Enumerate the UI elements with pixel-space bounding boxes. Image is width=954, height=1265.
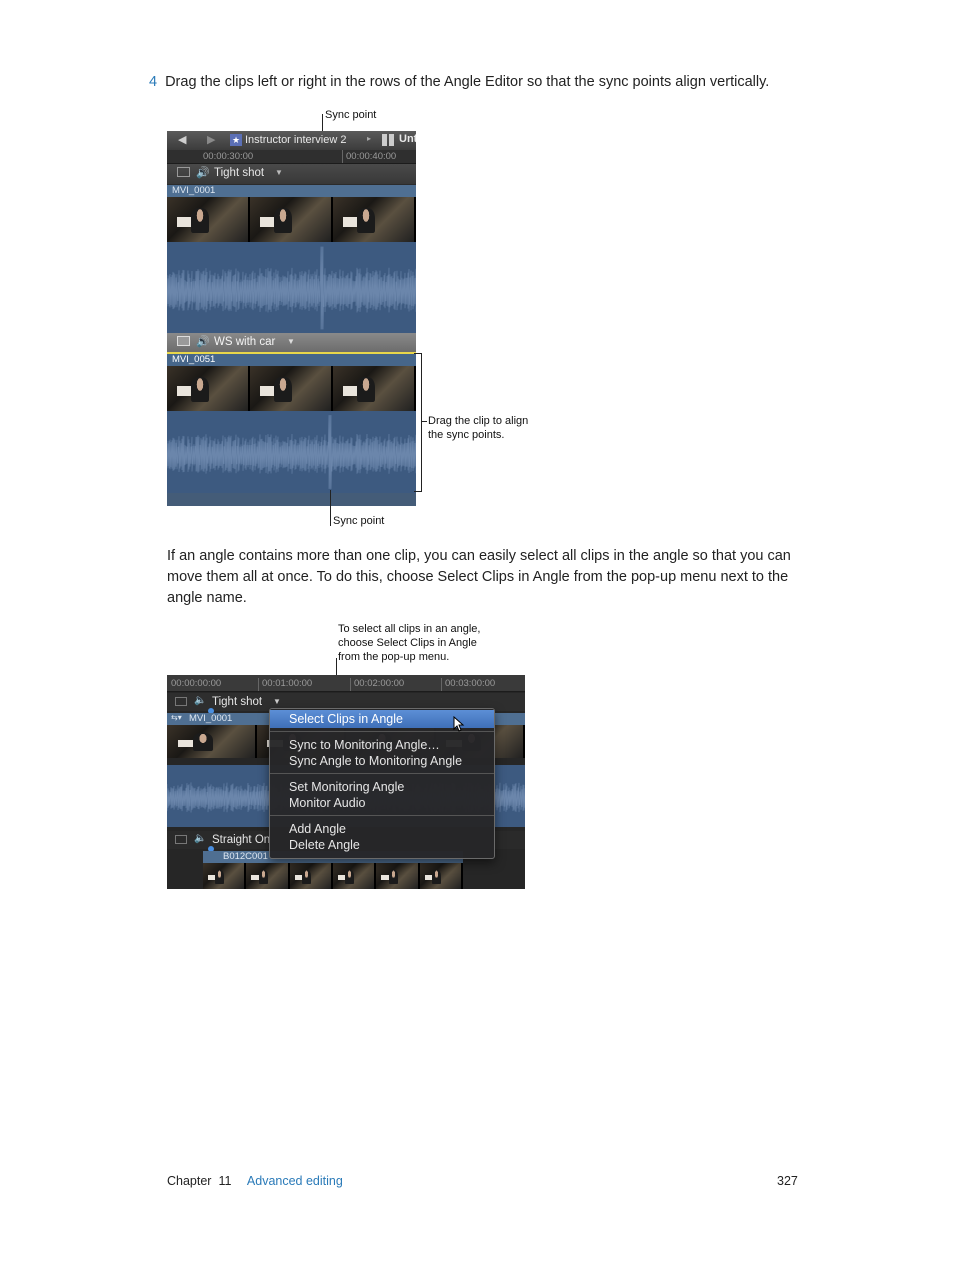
ruler-tick — [342, 150, 343, 163]
angle-header-ws-with-car: 🔊 WS with car ▼ — [167, 333, 416, 352]
step-text: Drag the clips left or right in the rows… — [165, 74, 770, 90]
video-frame — [333, 197, 416, 242]
clip-bottom-edge — [167, 493, 416, 506]
project-name-truncated: Unt — [399, 133, 416, 145]
menu-group-monitor: Set Monitoring Angle Monitor Audio — [270, 774, 494, 815]
clip-label-selected[interactable]: MVI_0051 — [167, 352, 416, 366]
video-frame — [419, 863, 463, 889]
angle-name: WS with car — [214, 336, 276, 348]
popup-arrow-icon[interactable]: ▼ — [273, 697, 281, 706]
menu-item-delete-angle[interactable]: Delete Angle — [270, 837, 494, 853]
callout-line1: To select all clips in an angle, — [338, 623, 481, 635]
callout-drag-line2: the sync points. — [428, 429, 505, 441]
callout-line2: choose Select Clips in Angle — [338, 637, 477, 649]
speaker-icon[interactable]: 🔈 — [194, 695, 206, 706]
video-frame — [167, 197, 250, 242]
ruler-time: 00:00:30:00 — [203, 151, 254, 162]
multicam-badge-icon: ⇆▾ — [171, 713, 182, 722]
footer-chapter: Chapter 11 Advanced editing — [167, 1174, 343, 1188]
video-frame — [167, 725, 257, 758]
forward-arrow-icon[interactable]: ▶ — [207, 133, 215, 146]
timecode-ruler[interactable]: 00:00:30:00 00:00:40:00 — [167, 150, 416, 164]
speaker-icon[interactable]: 🔈 — [194, 833, 206, 844]
angle-editor-screenshot-2: 00:00:00:00 00:01:00:00 00:02:00:00 00:0… — [167, 675, 525, 889]
popup-arrow-icon[interactable]: ▼ — [275, 168, 283, 177]
monitor-icon[interactable] — [175, 697, 187, 706]
angle-name: Straight On — [212, 834, 271, 846]
angle-name: Tight shot — [212, 696, 263, 708]
ruler-tick — [441, 678, 442, 691]
menu-item-add-angle[interactable]: Add Angle — [270, 821, 494, 837]
callout-drag-clip: Drag the clip to align the sync points. — [428, 414, 528, 442]
step-number: 4 — [149, 74, 158, 90]
angle-name: Tight shot — [214, 167, 265, 179]
menu-item-sync-to-monitoring-angle[interactable]: Sync to Monitoring Angle… — [270, 737, 494, 753]
callout-select-clips: To select all clips in an angle, choose … — [338, 622, 480, 664]
bracket-bottom — [414, 491, 422, 492]
step-instruction: 4 Drag the clips left or right in the row… — [149, 74, 769, 90]
callout-sync-point-bottom: Sync point — [333, 515, 385, 527]
monitor-icon[interactable] — [177, 336, 190, 346]
video-frame — [203, 863, 247, 889]
back-arrow-icon[interactable]: ◀ — [178, 133, 186, 146]
speaker-icon[interactable]: 🔊 — [196, 166, 210, 179]
grid-icon[interactable] — [382, 134, 394, 146]
monitor-icon[interactable] — [175, 835, 187, 844]
ruler-time: 00:02:00:00 — [354, 678, 405, 689]
angle-header-tight-shot: 🔊 Tight shot ▼ — [167, 164, 416, 184]
footer-chapter-label: Chapter — [167, 1174, 212, 1188]
multicam-clip-icon: ★ — [230, 134, 242, 146]
body-paragraph: If an angle contains more than one clip,… — [167, 548, 791, 606]
popup-arrow-icon[interactable]: ▼ — [287, 337, 295, 346]
page-number: 327 — [777, 1174, 798, 1188]
video-frame — [167, 366, 250, 411]
video-frame — [289, 863, 333, 889]
video-frame — [376, 863, 420, 889]
timeline-toolbar: ◀ ▶ ★ Instructor interview 2 ▸ Unt — [167, 131, 416, 150]
waveform-trace — [167, 415, 416, 489]
clip-filmstrip[interactable] — [167, 366, 416, 411]
clip-filmstrip[interactable] — [203, 863, 463, 889]
video-frame — [250, 366, 333, 411]
ruler-time: 00:03:00:00 — [445, 678, 496, 689]
project-title: Instructor interview 2 — [245, 134, 347, 146]
mouse-cursor-icon — [453, 716, 465, 732]
callout-line3: from the pop-up menu. — [338, 651, 450, 663]
ruler-tick — [350, 678, 351, 691]
ruler-time: 00:00:40:00 — [346, 151, 397, 162]
ruler-time: 00:00:00:00 — [171, 678, 222, 689]
monitor-icon[interactable] — [177, 167, 190, 177]
video-frame — [246, 863, 290, 889]
footer-chapter-title-link[interactable]: Advanced editing — [247, 1174, 343, 1188]
bracket-side — [421, 353, 422, 492]
waveform-trace — [167, 246, 416, 330]
audio-waveform[interactable] — [167, 242, 416, 334]
menu-group-sync: Sync to Monitoring Angle… Sync Angle to … — [270, 732, 494, 773]
callout-drag-line1: Drag the clip to align — [428, 415, 529, 427]
bracket-leader — [421, 421, 427, 422]
video-frame — [333, 366, 416, 411]
footer-chapter-number: 11 — [218, 1174, 232, 1188]
menu-group-angles: Add Angle Delete Angle — [270, 816, 494, 853]
callout-sync-point-top: Sync point — [325, 109, 377, 121]
video-frame — [250, 197, 333, 242]
video-frame — [332, 863, 377, 889]
menu-item-set-monitoring-angle[interactable]: Set Monitoring Angle — [270, 779, 494, 795]
ruler-tick — [258, 678, 259, 691]
ruler-time: 00:01:00:00 — [262, 678, 313, 689]
clip-label[interactable]: MVI_0001 — [167, 185, 416, 197]
menu-item-monitor-audio[interactable]: Monitor Audio — [270, 795, 494, 811]
timecode-ruler[interactable]: 00:00:00:00 00:01:00:00 00:02:00:00 00:0… — [167, 675, 525, 692]
menu-item-sync-angle-to-monitoring-angle[interactable]: Sync Angle to Monitoring Angle — [270, 753, 494, 769]
path-arrow-icon: ▸ — [367, 134, 372, 143]
clip-filmstrip[interactable] — [167, 197, 416, 242]
speaker-icon[interactable]: 🔊 — [196, 335, 210, 348]
audio-waveform[interactable] — [167, 411, 416, 493]
callout-leader-bottom — [330, 490, 331, 526]
angle-editor-screenshot-1: ◀ ▶ ★ Instructor interview 2 ▸ Unt 00:00… — [167, 131, 416, 506]
